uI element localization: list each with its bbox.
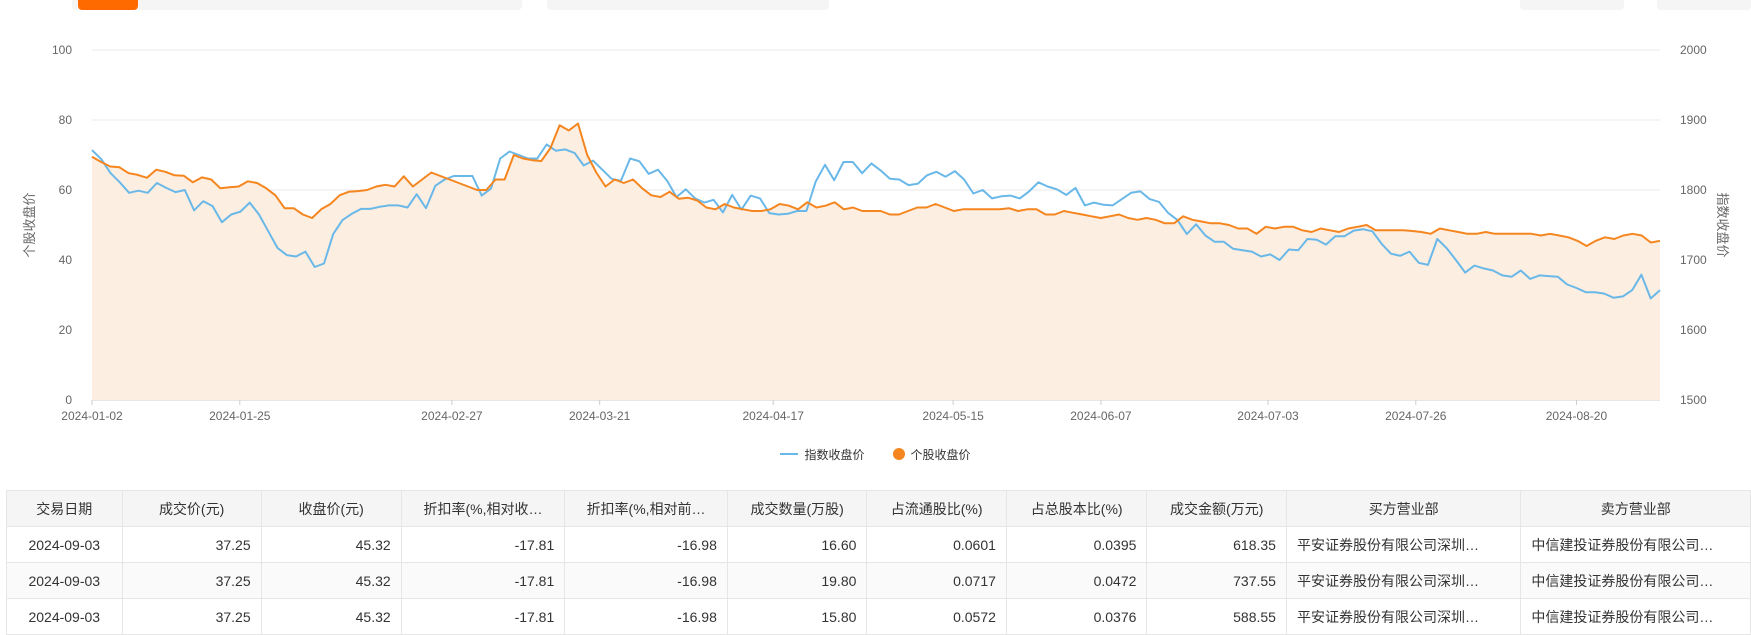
x-tick-label: 2024-02-27 (421, 409, 483, 423)
top-toolbar (0, 0, 1751, 14)
x-tick-label: 2024-07-26 (1385, 409, 1447, 423)
cell-trade-price: 37.25 (121, 562, 262, 599)
column-header[interactable]: 成交价(元) (121, 490, 262, 527)
y-right-tick-label: 1800 (1680, 183, 1707, 197)
cell-trade-date: 2024-09-03 (6, 598, 123, 635)
cell-volume: 15.80 (726, 598, 868, 635)
x-tick-label: 2024-08-20 (1546, 409, 1608, 423)
cell-float-ratio: 0.0601 (866, 526, 1007, 563)
y-left-tick-label: 60 (59, 183, 73, 197)
y-left-tick-label: 20 (59, 323, 73, 337)
cell-trade-price: 37.25 (121, 526, 262, 563)
y-right-axis-title: 指数收盘价 (1715, 192, 1730, 257)
cell-close-price: 45.32 (260, 562, 402, 599)
cell-total-ratio: 0.0395 (1005, 526, 1148, 563)
cell-seller: 中信建投证券股份有限公司… (1520, 598, 1751, 635)
cell-discount-prev: -16.98 (564, 562, 728, 599)
column-header[interactable]: 收盘价(元) (260, 490, 402, 527)
legend-label-index: 指数收盘价 (804, 447, 865, 462)
y-left-axis-title: 个股收盘价 (22, 192, 37, 257)
dot-swatch-icon (892, 448, 905, 460)
y-left-tick-label: 100 (52, 43, 72, 57)
y-right-tick-label: 1900 (1680, 113, 1707, 127)
cell-discount-close: -17.81 (400, 526, 566, 563)
toolbar-button[interactable] (1657, 0, 1751, 10)
cell-volume: 16.60 (726, 526, 868, 563)
column-header[interactable]: 卖方营业部 (1520, 490, 1751, 527)
column-header[interactable]: 占总股本比(%) (1005, 490, 1148, 527)
cell-total-ratio: 0.0472 (1005, 562, 1148, 599)
table-row: 2024-09-03 37.25 45.32 -17.81 -16.98 16.… (6, 526, 1751, 563)
legend-label-stock: 个股收盘价 (910, 447, 971, 462)
cell-close-price: 45.32 (260, 526, 402, 563)
active-tab-indicator[interactable] (78, 0, 138, 10)
cell-trade-price: 37.25 (121, 598, 262, 635)
cell-amount: 737.55 (1146, 562, 1287, 599)
toolbar-group (72, 0, 522, 10)
x-tick-label: 2024-07-03 (1237, 409, 1299, 423)
chart-legend: 指数收盘价 个股收盘价 (0, 444, 1751, 464)
cell-float-ratio: 0.0717 (866, 562, 1007, 599)
cell-trade-date: 2024-09-03 (6, 526, 123, 563)
y-right-tick-label: 1600 (1680, 323, 1707, 337)
cell-close-price: 45.32 (260, 598, 402, 635)
cell-float-ratio: 0.0572 (866, 598, 1007, 635)
cell-buyer: 平安证券股份有限公司深圳… (1285, 598, 1522, 635)
cell-discount-close: -17.81 (400, 562, 566, 599)
column-header[interactable]: 占流通股比(%) (866, 490, 1007, 527)
y-left-tick-label: 80 (59, 113, 73, 127)
y-left-tick-label: 40 (59, 253, 73, 267)
line-swatch-icon (780, 453, 799, 455)
close-price-chart: 0 20 40 60 80 100 1500 1600 1700 1800 1900 2000 2024… (22, 43, 1730, 423)
column-header[interactable]: 成交数量(万股) (726, 490, 868, 527)
cell-volume: 19.80 (726, 562, 868, 599)
legend-item-stock[interactable]: 个股收盘价 (892, 446, 971, 463)
y-right-tick-label: 1500 (1680, 393, 1707, 407)
cell-trade-date: 2024-09-03 (6, 562, 123, 599)
y-left-tick-label: 0 (65, 393, 72, 407)
x-tick-label: 2024-05-15 (922, 409, 984, 423)
y-right-tick-label: 1700 (1680, 253, 1707, 267)
cell-total-ratio: 0.0376 (1005, 598, 1148, 635)
y-right-tick-label: 2000 (1680, 43, 1707, 57)
table-header-row: 交易日期 成交价(元) 收盘价(元) 折扣率(%,相对收… 折扣率(%,相对前…… (6, 490, 1751, 527)
toolbar-button[interactable] (1520, 0, 1624, 10)
cell-seller: 中信建投证券股份有限公司… (1520, 562, 1751, 599)
column-header[interactable]: 折扣率(%,相对收… (400, 490, 566, 527)
x-tick-label: 2024-01-02 (61, 409, 123, 423)
cell-amount: 618.35 (1146, 526, 1287, 563)
cell-buyer: 平安证券股份有限公司深圳… (1285, 526, 1522, 563)
legend-item-index[interactable]: 指数收盘价 (780, 446, 865, 463)
column-header[interactable]: 交易日期 (6, 490, 123, 527)
cell-amount: 588.55 (1146, 598, 1287, 635)
column-header[interactable]: 折扣率(%,相对前… (564, 490, 728, 527)
cell-seller: 中信建投证券股份有限公司… (1520, 526, 1751, 563)
column-header[interactable]: 成交金额(万元) (1146, 490, 1287, 527)
cell-discount-close: -17.81 (400, 598, 566, 635)
block-trade-table: 交易日期 成交价(元) 收盘价(元) 折扣率(%,相对收… 折扣率(%,相对前…… (6, 490, 1751, 635)
cell-discount-prev: -16.98 (564, 598, 728, 635)
table-row: 2024-09-03 37.25 45.32 -17.81 -16.98 19.… (6, 562, 1751, 599)
cell-discount-prev: -16.98 (564, 526, 728, 563)
stock-area-fill (92, 123, 1660, 400)
x-tick-label: 2024-03-21 (569, 409, 631, 423)
column-header[interactable]: 买方营业部 (1285, 490, 1522, 527)
x-tick-label: 2024-04-17 (742, 409, 804, 423)
x-tick-label: 2024-01-25 (209, 409, 271, 423)
cell-buyer: 平安证券股份有限公司深圳… (1285, 562, 1522, 599)
x-tick-label: 2024-06-07 (1070, 409, 1132, 423)
table-row: 2024-09-03 37.25 45.32 -17.81 -16.98 15.… (6, 598, 1751, 635)
toolbar-input[interactable] (547, 0, 829, 10)
